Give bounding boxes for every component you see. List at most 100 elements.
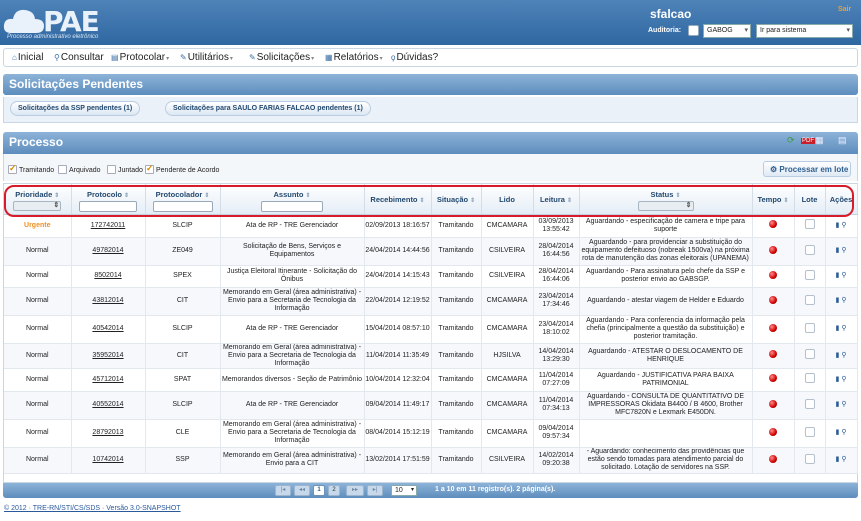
lote-checkbox[interactable] xyxy=(804,269,815,280)
table-row[interactable]: Normal 40542014 SLCIP Ata de RP - TRE Geren… xyxy=(4,315,858,344)
ssp-pending-button[interactable]: Solicitações da SSP pendentes (1) xyxy=(10,101,141,116)
col-status[interactable]: Status ⇕ xyxy=(579,184,753,215)
cell-protocolo[interactable]: 40542014 xyxy=(71,315,146,344)
table-row[interactable]: Normal 8502014 SPEX Justiça Eleitoral Itine… xyxy=(4,265,858,288)
menu-item-6[interactable]: ϙDúvidas? xyxy=(391,52,438,63)
cell-status: Aguardando - CONSULTA DE QUANTITATIVO DE… xyxy=(579,391,753,420)
menu-item-0[interactable]: ⌂Inicial xyxy=(12,52,43,63)
col-recebimento[interactable]: Recebimento ⇕ xyxy=(364,184,432,215)
menu-item-3[interactable]: ✎Utilitários▾ xyxy=(180,52,233,63)
details-icon[interactable]: ▮ xyxy=(836,247,840,254)
cell-protocolo[interactable]: 8502014 xyxy=(71,265,146,288)
cell-protocolo[interactable]: 43812014 xyxy=(71,287,146,316)
details-icon[interactable]: ▮ xyxy=(836,297,840,304)
menu-item-1[interactable]: ⚲Consultar xyxy=(54,52,104,63)
table-row[interactable]: Normal 45712014 SPAT Memorandos diversos - … xyxy=(4,368,858,392)
details-icon[interactable]: ▮ xyxy=(836,429,840,436)
lote-checkbox[interactable] xyxy=(804,426,815,437)
assunto-filter-input[interactable] xyxy=(261,201,323,212)
search-icon[interactable]: ⚲ xyxy=(841,401,846,408)
table-row[interactable]: Normal 35952014 CIT Memorando em Geral (áre… xyxy=(4,343,858,369)
lote-checkbox[interactable] xyxy=(804,373,815,383)
cell-protocolo[interactable]: 40552014 xyxy=(71,391,146,420)
lote-checkbox[interactable] xyxy=(804,294,815,305)
cell-protocolo[interactable]: 172742011 xyxy=(71,214,146,238)
search-icon[interactable]: ⚲ xyxy=(841,272,846,279)
prioridade-filter-select[interactable] xyxy=(13,201,62,211)
status-filter-select[interactable] xyxy=(637,201,694,211)
col-protocolador[interactable]: Protocolador ⇕ xyxy=(145,184,221,215)
details-icon[interactable]: ▮ xyxy=(836,376,840,383)
menu-item-4[interactable]: ✎Solicitações▾ xyxy=(249,52,314,63)
table-row[interactable]: Normal 49782014 ZE049 Solicitação de Bens, … xyxy=(4,237,858,266)
protocolo-filter-input[interactable] xyxy=(79,201,137,212)
cell-protocolo[interactable]: 35952014 xyxy=(71,343,146,369)
first-page-button[interactable]: |◂ xyxy=(275,485,291,496)
cell-protocolo[interactable]: 49782014 xyxy=(71,237,146,266)
page-size-select[interactable]: 10 ▾ xyxy=(391,485,417,496)
refresh-icon[interactable]: ⟳ xyxy=(787,135,795,146)
pdf-icon[interactable]: PDF xyxy=(801,138,815,144)
logout-link[interactable]: Sair xyxy=(838,6,851,13)
system-select[interactable]: Ir para sistema ▾ xyxy=(756,24,853,38)
protocolador-filter-input[interactable] xyxy=(152,201,213,212)
search-icon[interactable]: ⚲ xyxy=(841,325,846,332)
search-icon[interactable]: ⚲ xyxy=(841,456,846,463)
lote-checkbox[interactable] xyxy=(804,398,815,409)
col-situacao[interactable]: Situação ⇕ xyxy=(431,184,482,215)
page-2-button[interactable]: 2 xyxy=(328,485,340,496)
search-icon[interactable]: ⚲ xyxy=(841,352,846,359)
print-icon[interactable]: ▦ xyxy=(815,135,824,146)
auditoria-checkbox[interactable] xyxy=(688,25,699,36)
unit-select[interactable]: GABOG ▾ xyxy=(703,24,751,38)
search-icon[interactable]: ⚲ xyxy=(841,247,846,254)
cell-protocolo[interactable]: 10742014 xyxy=(71,447,146,474)
col-prioridade[interactable]: Prioridade ⇕ xyxy=(4,184,72,215)
details-icon[interactable]: ▮ xyxy=(836,272,840,279)
batch-process-button[interactable]: ⚙ Processar em lote xyxy=(763,161,851,177)
table-row[interactable]: Normal 28792013 CLE Memorando em Geral (áre… xyxy=(4,419,858,448)
search-icon[interactable]: ⚲ xyxy=(841,376,846,383)
table-row[interactable]: Normal 40552014 SLCIP Ata de RP - TRE Geren… xyxy=(4,391,858,420)
filter-3[interactable]: Pendente de Acordo xyxy=(145,163,219,174)
search-icon[interactable]: ⚲ xyxy=(841,222,846,229)
lote-checkbox[interactable] xyxy=(804,349,815,359)
lote-checkbox[interactable] xyxy=(804,219,815,229)
table-row[interactable]: Normal 10742014 SSP Memorando em Geral (áre… xyxy=(4,447,858,474)
cell-protocolo[interactable]: 45712014 xyxy=(71,368,146,392)
search-icon[interactable]: ⚲ xyxy=(841,297,846,304)
col-tempo[interactable]: Tempo ⇕ xyxy=(752,184,795,215)
prev-page-button[interactable]: ◂◂ xyxy=(294,485,310,496)
user-pending-button[interactable]: Solicitações para SAULO FARIAS FALCAO pe… xyxy=(165,101,371,116)
lote-checkbox[interactable] xyxy=(804,322,815,333)
search-icon[interactable]: ⚲ xyxy=(841,429,846,436)
cell-protocolo[interactable]: 28792013 xyxy=(71,419,146,448)
filter-checkbox[interactable] xyxy=(8,163,17,174)
filter-0[interactable]: Tramitando xyxy=(8,163,54,174)
page-1-button[interactable]: 1 xyxy=(313,485,325,496)
footer-link[interactable]: © 2012 · TRE-RN/STI/CS/SDS · Versão 3.0-… xyxy=(4,505,181,512)
filter-checkbox[interactable] xyxy=(145,163,154,174)
table-row[interactable]: Urgente 172742011 SLCIP Ata de RP - TRE Ger… xyxy=(4,214,858,238)
filter-2[interactable]: Juntado xyxy=(107,165,143,174)
details-icon[interactable]: ▮ xyxy=(836,401,840,408)
details-icon[interactable]: ▮ xyxy=(836,325,840,332)
details-icon[interactable]: ▮ xyxy=(836,222,840,229)
logo[interactable]: PAE Processo administrativo eletrônico xyxy=(3,3,128,43)
filter-checkbox[interactable] xyxy=(58,165,67,174)
col-assunto[interactable]: Assunto ⇕ xyxy=(220,184,365,215)
lote-checkbox[interactable] xyxy=(804,453,815,464)
details-icon[interactable]: ▮ xyxy=(836,352,840,359)
menu-item-5[interactable]: ▦Relatórios▾ xyxy=(325,52,383,63)
menu-item-2[interactable]: ▤Protocolar▾ xyxy=(111,52,169,63)
table-row[interactable]: Normal 43812014 CIT Memorando em Geral (áre… xyxy=(4,287,858,316)
col-protocolo[interactable]: Protocolo ⇕ xyxy=(71,184,146,215)
last-page-button[interactable]: ▸| xyxy=(367,485,383,496)
printer-icon[interactable]: ▤ xyxy=(838,135,847,146)
col-leitura[interactable]: Leitura ⇕ xyxy=(533,184,580,215)
next-page-button[interactable]: ▸▸ xyxy=(346,485,364,496)
lote-checkbox[interactable] xyxy=(804,244,815,255)
filter-1[interactable]: Arquivado xyxy=(58,165,101,174)
filter-checkbox[interactable] xyxy=(107,165,116,174)
details-icon[interactable]: ▮ xyxy=(836,456,840,463)
